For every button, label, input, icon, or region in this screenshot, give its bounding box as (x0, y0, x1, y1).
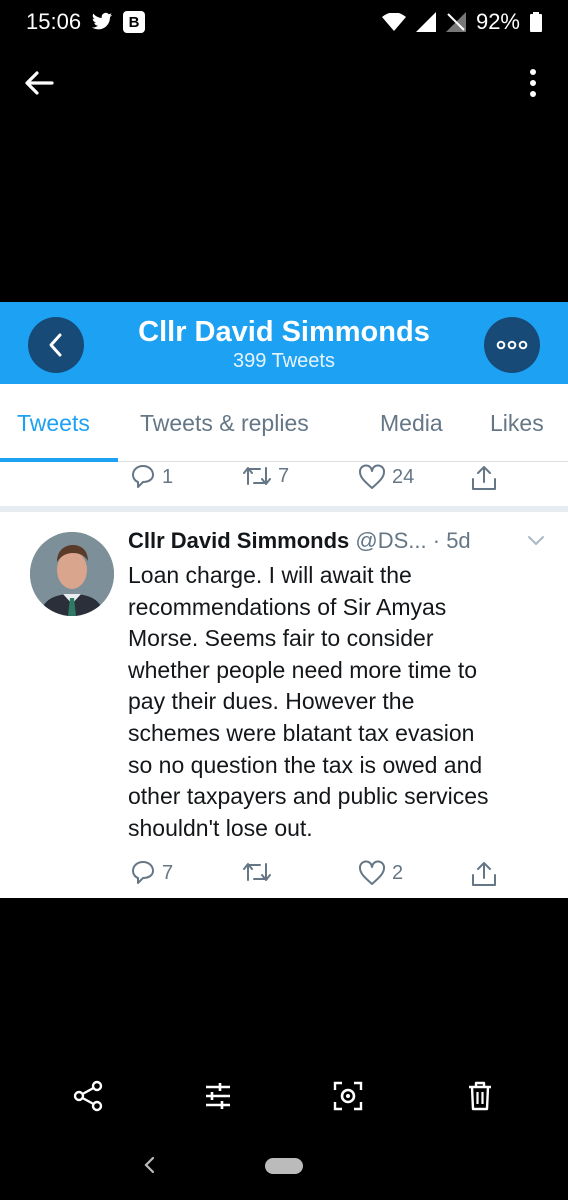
profile-tabs: Tweets Tweets & replies Media Likes (0, 384, 568, 462)
profile-photo-icon (30, 532, 114, 616)
tweet-header: Cllr David Simmonds @DS... · 5d (128, 528, 548, 554)
trash-icon[interactable] (462, 1078, 498, 1114)
more-vert-icon[interactable] (516, 64, 550, 102)
tweet-line: recommendations of Sir Amyas (128, 593, 447, 620)
tweet-text: Loan charge. I will await the recommenda… (128, 560, 548, 844)
tab-tweets[interactable]: Tweets (17, 410, 90, 437)
retweet-icon (243, 863, 271, 881)
like-button[interactable]: 2 (358, 860, 403, 886)
like-count: 24 (392, 465, 415, 488)
lens-icon[interactable] (330, 1078, 366, 1114)
more-horiz-icon (496, 340, 528, 350)
tweet-divider (0, 506, 568, 512)
status-time: 15:06 (26, 9, 82, 34)
home-pill[interactable] (265, 1158, 303, 1174)
tweet-author[interactable]: Cllr David Simmonds (128, 528, 349, 553)
image-viewer-toolbar (0, 56, 568, 110)
tweet-line: whether people need more time to (128, 656, 478, 683)
tweet-actions: 7 2 (0, 860, 568, 898)
share-button[interactable] (470, 464, 498, 492)
chevron-down-icon[interactable] (526, 534, 546, 548)
battery-icon (530, 12, 542, 32)
tab-media[interactable]: Media (380, 410, 443, 437)
nav-back-icon[interactable] (142, 1154, 156, 1176)
twitter-bird-icon (91, 12, 113, 30)
adjust-sliders-icon[interactable] (200, 1078, 236, 1114)
share-icon (472, 862, 496, 886)
signal-icon (415, 12, 436, 32)
battery-percent: 92% (475, 9, 520, 34)
reply-button[interactable]: 7 (130, 860, 173, 886)
share-button[interactable] (470, 860, 498, 888)
wifi-icon (381, 13, 406, 31)
tweet-line: other taxpayers and public services (128, 783, 489, 810)
reply-count: 1 (162, 465, 174, 488)
reply-count: 7 (162, 861, 174, 884)
no-signal-icon (445, 12, 466, 32)
tweet-handle-time: @DS... · 5d (355, 528, 471, 553)
share-icon (472, 466, 496, 490)
retweet-icon (243, 467, 271, 485)
tweet-count: 399 Tweets (233, 350, 335, 372)
prev-tweet-actions: 1 7 24 (0, 464, 568, 504)
photo-editor-toolbar (0, 1074, 568, 1118)
profile-name: Cllr David Simmonds (138, 316, 430, 348)
retweet-button[interactable]: 7 (242, 464, 289, 488)
share-icon[interactable] (70, 1078, 106, 1114)
active-tab-indicator (0, 458, 118, 462)
status-bar: 15:06 B 92% (0, 0, 568, 44)
arrow-left-icon[interactable] (22, 66, 56, 100)
tweet-screenshot: Cllr David Simmonds 399 Tweets Tweets Tw… (0, 302, 568, 898)
heart-icon (359, 860, 385, 885)
tweet-line: schemes were blatant tax evasion (128, 719, 475, 746)
heart-icon (359, 464, 385, 489)
tweet-line: so no question the tax is owed and (128, 751, 483, 778)
like-button[interactable]: 24 (358, 464, 414, 490)
tweet-line: Loan charge. I will await the (128, 562, 412, 588)
reply-button[interactable]: 1 (130, 464, 173, 490)
retweet-count: 7 (278, 464, 290, 487)
notification-badge-icon: B (123, 11, 146, 33)
header-more-button[interactable] (484, 317, 540, 373)
tweet-line: pay their dues. However the (128, 688, 415, 715)
profile-header: Cllr David Simmonds 399 Tweets (0, 302, 568, 384)
tab-tweets-replies[interactable]: Tweets & replies (140, 410, 309, 437)
reply-icon (132, 465, 154, 488)
reply-icon (132, 861, 154, 884)
avatar[interactable] (30, 532, 114, 616)
like-count: 2 (392, 861, 404, 884)
tweet-line: Morse. Seems fair to consider (128, 625, 434, 652)
tweet-line: shouldn't lose out. (128, 814, 313, 841)
tab-likes[interactable]: Likes (490, 410, 544, 437)
retweet-button[interactable] (242, 860, 278, 884)
